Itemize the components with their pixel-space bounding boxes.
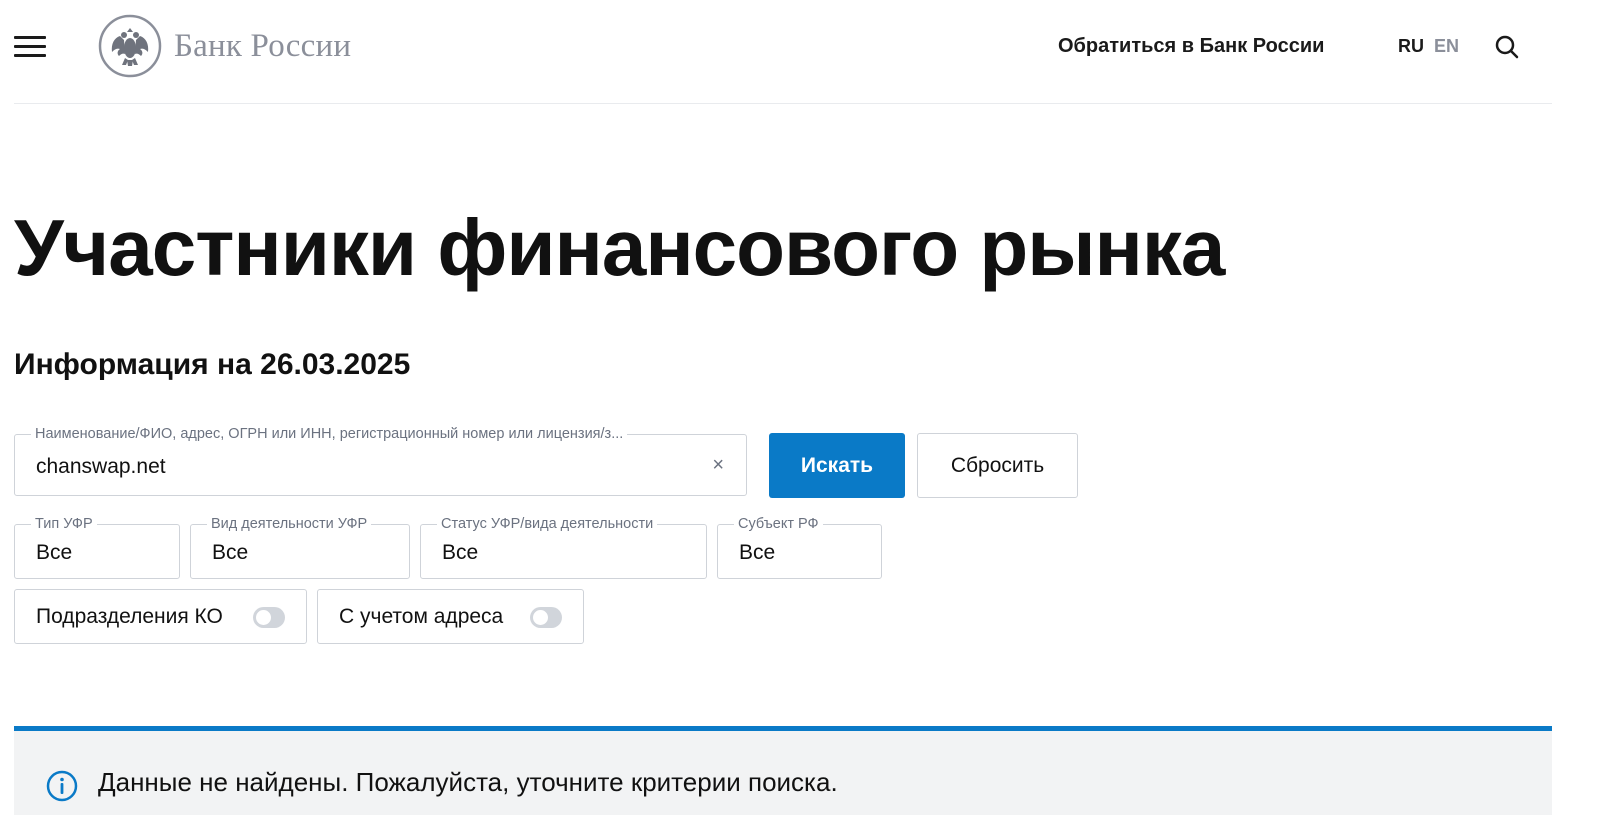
activity-type-select[interactable]: Вид деятельности УФР Все	[190, 516, 410, 579]
logo-text: Банк России	[174, 27, 352, 64]
activity-type-label: Вид деятельности УФР	[207, 516, 372, 532]
branches-toggle-label: Подразделения КО	[36, 604, 223, 628]
branches-toggle[interactable]: Подразделения КО	[14, 589, 307, 644]
activity-type-value: Все	[212, 541, 249, 564]
contact-bank-link[interactable]: Обратиться в Банк России	[1058, 35, 1324, 58]
clear-icon[interactable]: ×	[712, 455, 724, 475]
address-switch[interactable]	[530, 607, 562, 628]
page-title: Участники финансового рынка	[14, 203, 1225, 292]
search-icon[interactable]	[1494, 34, 1520, 60]
status-label: Статус УФР/вида деятельности	[437, 516, 658, 532]
search-field[interactable]: Наименование/ФИО, адрес, ОГРН или ИНН, р…	[14, 426, 747, 496]
info-icon	[46, 770, 78, 802]
info-date-heading: Информация на 26.03.2025	[14, 348, 411, 381]
search-field-label: Наименование/ФИО, адрес, ОГРН или ИНН, р…	[31, 426, 628, 442]
status-value: Все	[442, 541, 479, 564]
address-toggle[interactable]: С учетом адреса	[317, 589, 584, 644]
search-input[interactable]	[36, 455, 676, 479]
ufr-type-value: Все	[36, 541, 73, 564]
lang-en-link[interactable]: EN	[1434, 36, 1459, 57]
double-headed-eagle-icon	[98, 14, 162, 78]
status-select[interactable]: Статус УФР/вида деятельности Все	[420, 516, 707, 579]
notice-text: Данные не найдены. Пожалуйста, уточните …	[98, 767, 838, 797]
search-button[interactable]: Искать	[769, 433, 905, 498]
bank-logo[interactable]: Банк России	[98, 14, 351, 78]
region-value: Все	[739, 541, 776, 564]
site-header: Банк России Обратиться в Банк России RU …	[14, 0, 1552, 104]
no-results-notice: Данные не найдены. Пожалуйста, уточните …	[14, 726, 1552, 815]
ufr-type-select[interactable]: Тип УФР Все	[14, 516, 180, 579]
region-label: Субъект РФ	[734, 516, 823, 532]
menu-icon[interactable]	[14, 36, 46, 58]
lang-ru-link[interactable]: RU	[1398, 36, 1424, 57]
address-toggle-label: С учетом адреса	[339, 604, 504, 628]
branches-switch[interactable]	[253, 607, 285, 628]
ufr-type-label: Тип УФР	[31, 516, 97, 532]
reset-button[interactable]: Сбросить	[917, 433, 1078, 498]
region-select[interactable]: Субъект РФ Все	[717, 516, 882, 579]
